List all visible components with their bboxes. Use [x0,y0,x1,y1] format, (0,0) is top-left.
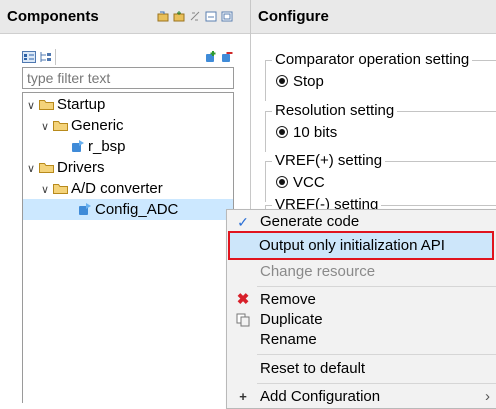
resolution-group: Resolution setting 10 bits [265,102,496,152]
configure-title: Configure [258,8,329,25]
add-component-icon[interactable] [204,50,217,63]
tree-item-label: A/D converter [71,180,163,197]
tree-item-config-adc[interactable]: Config_ADC [23,199,233,220]
tree-item-label: Drivers [57,159,105,176]
tree-item-ad-converter[interactable]: ∨ A/D converter [41,178,163,199]
chevron-down-icon[interactable]: ∨ [27,96,39,117]
component-tree: ∨ Startup ∨ Generic r_bsp ∨ Drivers ∨ A/D co… [22,92,234,403]
radio-vcc[interactable]: VCC [276,174,325,191]
configure-header: Configure [251,0,496,34]
radio-label: VCC [293,174,325,191]
component-icon [72,140,84,152]
link-icon[interactable] [189,11,201,22]
collapse-all-icon[interactable] [157,11,169,22]
tree-item-startup[interactable]: ∨ Startup [27,94,105,115]
view-mode-icon[interactable] [22,51,36,63]
menu-item-output-only-init-api[interactable]: Output only initialization API [228,231,494,260]
components-header: Components [0,0,250,34]
radio-selected-icon[interactable] [276,75,288,87]
filter-input[interactable]: type filter text [22,67,234,89]
folder-icon [53,121,68,131]
tree-item-r-bsp[interactable]: r_bsp [71,136,126,157]
folder-icon [39,100,54,110]
checkmark-icon: ✓ [237,214,249,230]
components-title: Components [7,8,99,25]
radio-label: 10 bits [293,124,338,141]
tree-item-label: Config_ADC [95,201,179,218]
tree-item-label: r_bsp [88,138,126,155]
radio-stop[interactable]: Stop [276,73,324,90]
tree-item-label: Generic [71,117,124,134]
menu-item-duplicate[interactable]: Duplicate [227,309,496,331]
tree-item-drivers[interactable]: ∨ Drivers [27,157,105,178]
expand-all-icon[interactable] [173,11,185,22]
submenu-arrow-icon: › [485,388,490,405]
toolbar-divider [55,49,56,65]
group-legend: Resolution setting [272,102,398,119]
folder-icon [53,184,68,194]
folder-icon [39,163,54,173]
menu-separator [257,354,496,355]
menu-item-change-resource[interactable]: Change resource [227,261,496,283]
plus-icon: + [239,389,247,404]
radio-label: Stop [293,73,324,90]
component-icon [79,203,91,215]
radio-selected-icon[interactable] [276,176,288,188]
menu-item-label: Output only initialization API [259,237,445,254]
radio-selected-icon[interactable] [276,126,288,138]
menu-item-rename[interactable]: Rename [227,329,496,351]
minimize-icon[interactable] [205,11,217,22]
group-legend: VREF(+) setting [272,152,386,169]
remove-component-icon[interactable] [220,50,233,63]
tree-view-icon[interactable] [39,51,53,63]
chevron-down-icon[interactable]: ∨ [41,117,53,138]
menu-item-reset-to-default[interactable]: Reset to default [227,358,496,380]
remove-icon: ✖ [236,291,250,308]
tree-item-generic[interactable]: ∨ Generic [41,115,124,136]
radio-10-bits[interactable]: 10 bits [276,124,337,141]
menu-item-remove[interactable]: ✖ Remove [227,289,496,311]
maximize-icon[interactable] [221,11,233,22]
chevron-down-icon[interactable]: ∨ [27,159,39,180]
menu-item-add-configuration[interactable]: + Add Configuration › [227,386,496,408]
menu-item-generate-code[interactable]: ✓ Generate code [227,211,496,233]
chevron-down-icon[interactable]: ∨ [41,180,53,201]
menu-separator [257,286,496,287]
group-legend: Comparator operation setting [272,51,473,68]
tree-item-label: Startup [57,96,106,113]
menu-separator [257,383,496,384]
components-panel: Components type filter text ∨ Startup ∨ Ge… [0,0,251,403]
comparator-operation-group: Comparator operation setting Stop [265,51,496,101]
duplicate-icon [236,313,250,327]
